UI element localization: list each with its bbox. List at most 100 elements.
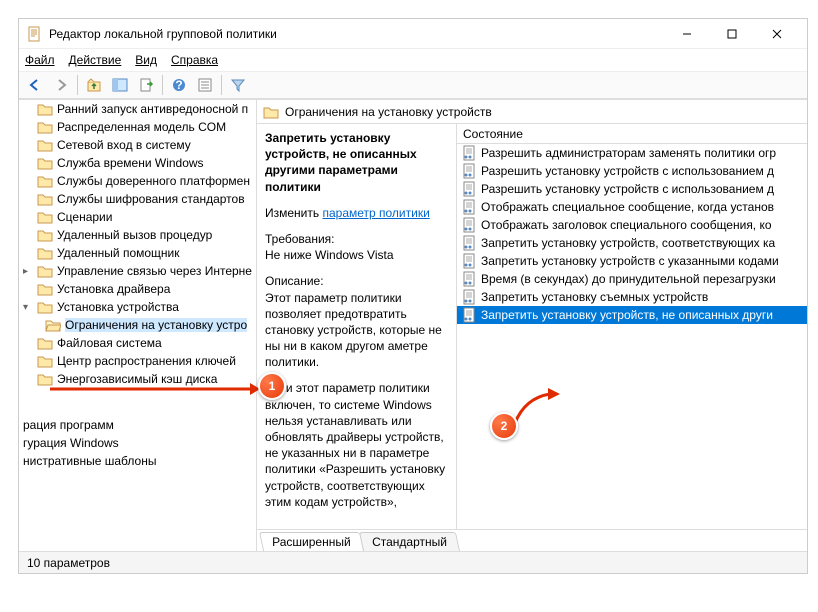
list-item[interactable]: Отображать специальное сообщение, когда … — [457, 198, 807, 216]
tab-extended[interactable]: Расширенный — [259, 532, 364, 551]
minimize-button[interactable] — [664, 20, 709, 48]
folder-icon — [263, 105, 279, 119]
console-tree[interactable]: Ранний запуск антивредоносной п Распредел… — [19, 100, 257, 551]
expand-icon[interactable]: ▸ — [23, 266, 33, 277]
toolbar-separator — [77, 75, 78, 95]
policy-list[interactable]: Разрешить администраторам заменять полит… — [457, 144, 807, 324]
tree-item[interactable]: гурация Windows — [19, 434, 256, 452]
list-item[interactable]: Разрешить установку устройств с использо… — [457, 162, 807, 180]
toolbar: ? — [19, 71, 807, 99]
folder-icon — [37, 174, 53, 188]
tree-item-label: Удаленный вызов процедур — [57, 228, 212, 242]
annotation-arrow-1 — [50, 382, 260, 396]
folder-icon — [37, 192, 53, 206]
menu-view[interactable]: Вид — [135, 53, 157, 67]
status-text: 10 параметров — [27, 556, 110, 570]
edit-policy-link[interactable]: параметр политики — [322, 206, 429, 220]
app-window: Редактор локальной групповой политики Фа… — [18, 18, 808, 574]
policy-icon — [461, 145, 477, 161]
export-list-button[interactable] — [134, 73, 158, 97]
menu-file[interactable]: Файл — [25, 53, 55, 67]
list-item[interactable]: Запретить установку устройств, соответст… — [457, 234, 807, 252]
folder-icon — [45, 318, 61, 332]
forward-button[interactable] — [49, 73, 73, 97]
tree-item-label: Службы шифрования стандартов — [57, 192, 245, 206]
annotation-badge-2: 2 — [490, 412, 518, 440]
tree-item-label: Ранний запуск антивредоносной п — [57, 102, 248, 116]
tree-item[interactable]: Распределенная модель COM — [19, 118, 256, 136]
tree-item-label: Распределенная модель COM — [57, 120, 226, 134]
selected-setting-name: Запретить установку устройств, не описан… — [265, 130, 448, 195]
menu-help[interactable]: Справка — [171, 53, 218, 67]
app-icon — [27, 26, 43, 42]
folder-icon — [37, 210, 53, 224]
tree-item[interactable]: ▸ Управление связью через Интерне — [19, 262, 256, 280]
menubar: Файл Действие Вид Справка — [19, 49, 807, 71]
folder-icon — [37, 120, 53, 134]
tab-standard[interactable]: Стандартный — [359, 532, 460, 551]
toolbar-separator — [221, 75, 222, 95]
tree-item[interactable]: Удаленный помощник — [19, 244, 256, 262]
properties-button[interactable] — [193, 73, 217, 97]
folder-icon — [37, 264, 53, 278]
list-item[interactable]: Время (в секундах) до принудительной пер… — [457, 270, 807, 288]
list-item-label: Разрешить установку устройств с использо… — [481, 164, 774, 178]
list-column-header[interactable]: Состояние — [457, 124, 807, 144]
tree-item-label: Управление связью через Интерне — [57, 264, 252, 278]
tree-item[interactable]: рация программ — [19, 416, 256, 434]
view-tabs: Расширенный Стандартный — [257, 529, 807, 551]
tree-item-label: Установка драйвера — [57, 282, 170, 296]
folder-icon — [37, 138, 53, 152]
tree-item[interactable]: Ограничения на установку устро — [19, 316, 256, 334]
description-pane: Запретить установку устройств, не описан… — [257, 124, 457, 529]
tree-item[interactable]: ▾Установка устройства — [19, 298, 256, 316]
list-item-label: Запретить установку устройств, соответст… — [481, 236, 775, 250]
tree-item[interactable]: Службы доверенного платформен — [19, 172, 256, 190]
policy-icon — [461, 253, 477, 269]
policy-icon — [461, 271, 477, 287]
up-button[interactable] — [82, 73, 106, 97]
folder-icon — [37, 282, 53, 296]
policy-icon — [461, 199, 477, 215]
tree-item[interactable]: нистративные шаблоны — [19, 452, 256, 470]
folder-icon — [37, 354, 53, 368]
help-button[interactable]: ? — [167, 73, 191, 97]
path-title: Ограничения на установку устройств — [285, 105, 492, 119]
content-row: Запретить установку устройств, не описан… — [257, 124, 807, 529]
tree-item[interactable]: Службы шифрования стандартов — [19, 190, 256, 208]
maximize-button[interactable] — [709, 20, 754, 48]
tree-item-label: Сценарии — [57, 210, 112, 224]
back-button[interactable] — [23, 73, 47, 97]
results-pane: Ограничения на установку устройств Запре… — [257, 100, 807, 551]
tree-item[interactable]: Служба времени Windows — [19, 154, 256, 172]
tree-item[interactable]: Сценарии — [19, 208, 256, 226]
tree-item-label: Удаленный помощник — [57, 246, 180, 260]
list-item[interactable]: Запретить установку устройств с указанны… — [457, 252, 807, 270]
show-hide-tree-button[interactable] — [108, 73, 132, 97]
list-item-label: Запретить установку устройств с указанны… — [481, 254, 779, 268]
tree-item[interactable]: Ранний запуск антивредоносной п — [19, 100, 256, 118]
filter-button[interactable] — [226, 73, 250, 97]
menu-action[interactable]: Действие — [69, 53, 122, 67]
list-item[interactable]: Отображать заголовок специального сообще… — [457, 216, 807, 234]
tree-item[interactable]: Центр распространения ключей — [19, 352, 256, 370]
close-button[interactable] — [754, 20, 799, 48]
folder-icon — [37, 228, 53, 242]
tree-item[interactable]: Сетевой вход в систему — [19, 136, 256, 154]
tree-item[interactable]: Установка драйвера — [19, 280, 256, 298]
list-item-label: Отображать заголовок специального сообще… — [481, 218, 772, 232]
folder-icon — [37, 336, 53, 350]
tree-item-label: гурация Windows — [23, 436, 119, 450]
policy-icon — [461, 307, 477, 323]
list-item-label: Запретить установку съемных устройств — [481, 290, 708, 304]
list-item[interactable]: Запретить установку съемных устройств — [457, 288, 807, 306]
list-item[interactable]: Запретить установку устройств, не описан… — [457, 306, 807, 324]
policy-icon — [461, 217, 477, 233]
tree-item[interactable]: Удаленный вызов процедур — [19, 226, 256, 244]
expand-icon[interactable]: ▾ — [23, 302, 33, 313]
folder-icon — [37, 300, 53, 314]
list-item-label: Разрешить установку устройств с использо… — [481, 182, 774, 196]
tree-item[interactable]: Файловая система — [19, 334, 256, 352]
list-item[interactable]: Разрешить установку устройств с использо… — [457, 180, 807, 198]
list-item[interactable]: Разрешить администраторам заменять полит… — [457, 144, 807, 162]
